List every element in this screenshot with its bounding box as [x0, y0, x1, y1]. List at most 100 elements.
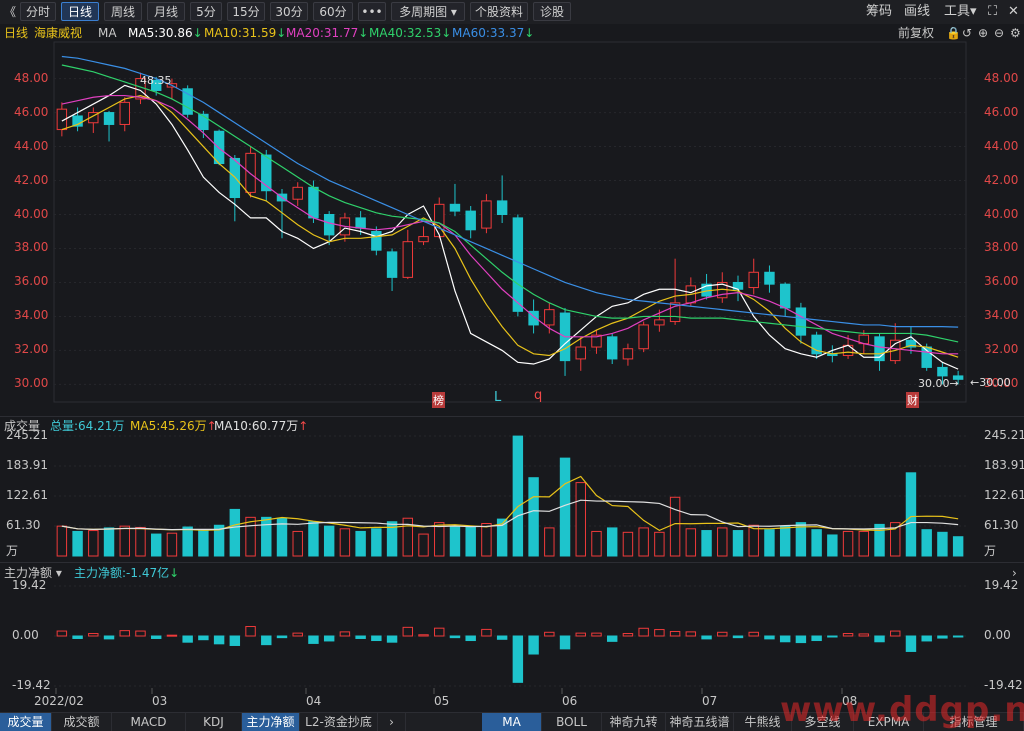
date-tick: 07	[702, 694, 718, 708]
candle-body	[512, 217, 524, 312]
volume-bar	[622, 531, 634, 557]
volume-bar	[764, 529, 775, 557]
volume-ma5-text: MA5:45.26万	[130, 419, 207, 433]
fund-bar	[952, 635, 964, 638]
fund-bar	[559, 635, 571, 650]
fund-bar	[685, 631, 697, 637]
fund-bar	[575, 632, 586, 637]
price-tick-left: 38.00	[14, 240, 49, 255]
fund-header: 主力净额 ▾ 主力净额:-1.47亿↓ ›	[0, 562, 1024, 581]
fund-bar	[481, 628, 492, 637]
fund-bar	[512, 635, 524, 683]
volume-bar	[952, 536, 964, 557]
fund-bar	[874, 635, 885, 643]
volume-bar	[921, 529, 932, 557]
ma-line-ma40	[61, 64, 959, 343]
up-arrow-icon: ↑	[298, 419, 309, 433]
volume-bar	[449, 526, 461, 557]
stock-chart[interactable]	[0, 0, 1024, 730]
volume-ma10: MA10:60.77万↑	[214, 418, 308, 434]
volume-bar	[638, 527, 649, 557]
fund-bar	[528, 635, 539, 655]
price-tick-right: 48.00	[984, 70, 1019, 85]
ma-line-ma60	[61, 55, 959, 328]
fund-bar	[811, 635, 822, 642]
volume-bar	[418, 533, 429, 557]
tab-macd[interactable]: MACD	[112, 713, 186, 731]
tab-magic-five[interactable]: 神奇五线谱	[666, 713, 734, 731]
volume-bar	[292, 530, 303, 557]
fund-bar	[245, 626, 256, 637]
fund-bar	[150, 635, 162, 639]
volume-tick-right: 万	[984, 544, 997, 558]
fund-bar	[229, 635, 241, 646]
volume-bar	[261, 516, 272, 557]
fund-tick-left: -19.42	[12, 678, 51, 692]
fund-bar	[591, 632, 602, 637]
tab-l2-fund[interactable]: L2-资金抄底	[300, 713, 378, 731]
price-tick-left: 44.00	[14, 138, 49, 153]
event-tag-cai[interactable]: 财	[906, 392, 919, 408]
fund-bar	[496, 635, 508, 640]
candle-body	[213, 130, 225, 165]
tab-magic-nine[interactable]: 神奇九转	[602, 713, 666, 731]
volume-tick-left: 122.61	[6, 487, 48, 502]
tab-kdj[interactable]: KDJ	[186, 713, 242, 731]
tab-turnover[interactable]: 成交额	[52, 713, 112, 731]
fund-bar	[842, 633, 854, 637]
price-tick-left: 40.00	[14, 206, 49, 221]
price-tick-left: 32.00	[14, 342, 49, 357]
event-tag-q[interactable]: q	[534, 388, 542, 403]
date-tick: 06	[562, 694, 578, 708]
high-price-annotation: 48.35	[140, 74, 172, 87]
candle-body	[654, 319, 665, 326]
candle-body	[449, 203, 461, 212]
volume-bar	[323, 525, 335, 557]
candle-body	[496, 200, 508, 216]
volume-bar	[355, 530, 366, 557]
candle-body	[544, 309, 555, 326]
fund-bar	[732, 635, 744, 639]
volume-bar	[72, 530, 83, 557]
fund-bar	[937, 635, 948, 639]
volume-ma5: MA5:45.26万↑	[130, 418, 217, 434]
price-tick-right: 42.00	[984, 172, 1019, 187]
fund-bar	[701, 635, 712, 640]
fund-tick-right: 0.00	[984, 628, 1011, 642]
volume-tick-right: 183.91	[984, 457, 1024, 472]
fund-bar	[292, 632, 303, 637]
candle-body	[323, 214, 335, 236]
event-tag-bang[interactable]: 榜	[432, 392, 445, 408]
tab-main-fund[interactable]: 主力净额	[242, 713, 300, 731]
volume-bar	[654, 531, 665, 557]
tab-boll[interactable]: BOLL	[542, 713, 602, 731]
price-tick-left: 30.00	[14, 376, 49, 391]
tab-volume[interactable]: 成交量	[0, 713, 52, 731]
volume-bar	[685, 528, 697, 557]
event-tag-l[interactable]: L	[494, 390, 501, 405]
candle-body	[606, 336, 618, 360]
fund-bar	[449, 635, 461, 639]
tabs-scroll-right-icon[interactable]: ›	[378, 713, 406, 731]
fund-bar	[166, 634, 178, 637]
fund-bar	[198, 635, 209, 641]
volume-tick-left: 万	[6, 544, 19, 558]
ma-line-ma10	[61, 94, 959, 358]
price-tick-right: 44.00	[984, 138, 1019, 153]
price-tick-left: 46.00	[14, 104, 49, 119]
volume-bar	[606, 527, 618, 557]
fund-bar	[606, 635, 618, 642]
tab-ma[interactable]: MA	[482, 713, 542, 731]
volume-tick-left: 61.30	[6, 518, 41, 532]
price-tick-right: 46.00	[984, 104, 1019, 119]
volume-bar	[528, 477, 539, 557]
date-tick: 05	[434, 694, 450, 708]
fund-bar	[355, 635, 366, 639]
candle-body	[386, 251, 398, 278]
volume-bar	[465, 526, 476, 557]
volume-bar	[88, 530, 99, 557]
fund-bar	[402, 626, 414, 637]
volume-bar	[732, 530, 744, 557]
candle-body	[308, 186, 319, 219]
fund-bar	[386, 635, 398, 643]
